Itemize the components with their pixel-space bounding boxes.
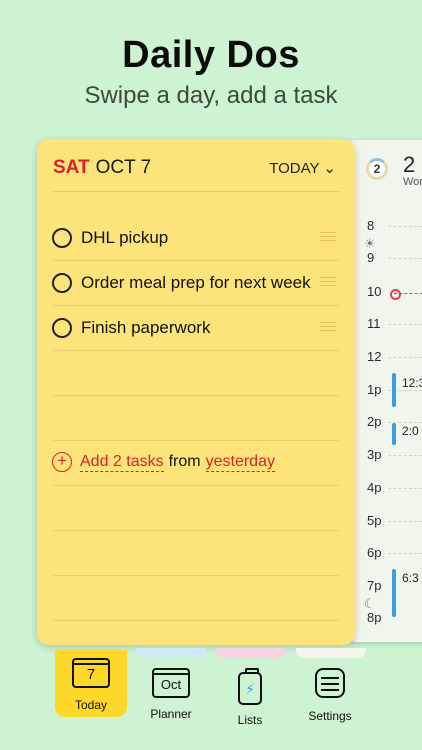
hour-label: 12 [367, 349, 382, 364]
row-divider [53, 350, 339, 351]
tab-settings[interactable]: Settings [290, 668, 370, 723]
peek-tab-pink [216, 648, 286, 658]
hour-label: 11 [367, 316, 381, 331]
task-row[interactable]: DHL pickup [52, 224, 347, 252]
hour-gridline [388, 226, 422, 227]
ring-count: 2 [373, 162, 381, 176]
hour-gridline [388, 521, 422, 522]
row-divider [53, 530, 339, 531]
peek-tab-white [296, 648, 366, 658]
add-tasks-link[interactable]: Add 2 tasks [80, 453, 164, 472]
current-time-line [394, 293, 422, 294]
drag-handle-icon[interactable] [320, 322, 336, 332]
tab-today-label: Today [74, 698, 108, 712]
day-card: SAT OCT 7 TODAY ⌄ DHL pickup Order meal p… [37, 139, 355, 645]
day-of-week: SAT [53, 157, 90, 178]
event-bar[interactable] [392, 569, 396, 617]
drag-handle-icon[interactable] [320, 232, 336, 242]
event-bar[interactable] [392, 373, 396, 407]
headline-subtitle: Swipe a day, add a task [84, 82, 338, 109]
hour-label: 4p [367, 480, 382, 495]
current-time-dot [390, 289, 401, 300]
calendar-day-icon: 7 [72, 658, 110, 688]
yesterday-link[interactable]: yesterday [205, 453, 275, 472]
event-time[interactable]: 12:3 [402, 376, 422, 390]
row-divider [53, 620, 339, 621]
hour-gridline [388, 553, 422, 554]
task-checkbox[interactable] [52, 273, 72, 293]
task-label: DHL pickup [81, 228, 169, 247]
row-divider [53, 575, 339, 576]
task-label: Finish paperwork [81, 318, 211, 337]
task-label: Order meal prep for next week [81, 273, 311, 292]
task-row[interactable]: Finish paperwork [52, 314, 347, 342]
hour-label: 8 [367, 218, 375, 233]
hour-label: 6p [367, 545, 382, 560]
tab-planner[interactable]: Oct Planner [131, 668, 211, 721]
drag-handle-icon[interactable] [320, 277, 336, 287]
peek-tab-blue [136, 648, 206, 658]
tab-planner-label: Planner [150, 707, 192, 721]
event-time[interactable]: 6:3 [402, 571, 419, 585]
tab-planner-icon-text: Oct [160, 677, 182, 692]
tab-settings-label: Settings [308, 709, 352, 723]
hour-gridline [388, 488, 422, 489]
task-checkbox[interactable] [52, 228, 72, 248]
hour-label: 10 [367, 284, 382, 299]
event-time[interactable]: 2:0 [402, 424, 419, 438]
hour-label: 9 [367, 250, 375, 265]
row-divider [53, 395, 339, 396]
card-date-header: SAT OCT 7 [53, 157, 151, 179]
calendar-month-icon: Oct [152, 668, 190, 698]
row-divider [53, 440, 339, 441]
hour-gridline [388, 324, 422, 325]
row-divider [53, 260, 339, 261]
hour-label: 5p [367, 513, 382, 528]
hour-label: 8p [367, 610, 382, 625]
tab-lists[interactable]: ⚡ Lists [210, 668, 290, 727]
sliders-icon [315, 668, 345, 698]
hour-gridline [388, 455, 422, 456]
progress-ring-icon: 2 [366, 158, 388, 180]
add-tasks-row[interactable]: + Add 2 tasks from yesterday [52, 452, 275, 472]
row-divider [53, 305, 339, 306]
tab-today-icon-text: 7 [86, 666, 96, 683]
lists-battery-icon: ⚡ [238, 668, 262, 705]
card-date: OCT 7 [95, 157, 152, 178]
hour-gridline [388, 357, 422, 358]
tab-today[interactable]: 7 Today [55, 650, 127, 717]
header-divider [53, 191, 339, 192]
task-row[interactable]: Order meal prep for next week [52, 269, 347, 297]
hour-label: 1p [367, 382, 382, 397]
calendar-date-number: 2 [403, 152, 416, 177]
task-checkbox[interactable] [52, 318, 72, 338]
hour-label: 3p [367, 447, 382, 462]
plus-circle-icon[interactable]: + [52, 452, 72, 472]
row-divider [53, 485, 339, 486]
calendar-subtext: Wor [403, 176, 422, 188]
today-dropdown-button[interactable]: TODAY ⌄ [269, 159, 336, 177]
tab-lists-icon-text: ⚡ [245, 681, 255, 697]
hour-label: 2p [367, 414, 382, 429]
hour-label: 7p [367, 578, 382, 593]
hour-gridline [388, 258, 422, 259]
tab-lists-label: Lists [237, 713, 263, 727]
event-bar[interactable] [392, 423, 396, 445]
add-tasks-middle: from [168, 453, 201, 470]
headline-title: Daily Dos [122, 34, 300, 76]
